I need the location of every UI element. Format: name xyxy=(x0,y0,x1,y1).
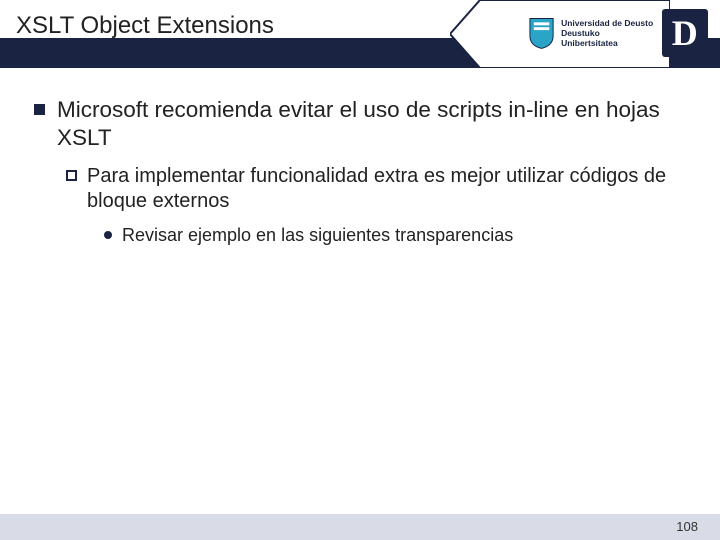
l3-text: Revisar ejemplo en las siguientes transp… xyxy=(122,224,513,247)
logo-line2: Deustuko Unibertsitatea xyxy=(561,28,656,48)
dot-bullet-icon xyxy=(104,231,112,239)
slide-header: XSLT Object Extensions Universidad de De… xyxy=(0,0,720,68)
university-logo: Universidad de Deusto Deustuko Unibertsi… xyxy=(528,4,708,62)
square-bullet-icon xyxy=(34,104,45,115)
l2-text: Para implementar funcionalidad extra es … xyxy=(87,164,686,214)
slide-footer: 108 xyxy=(0,514,720,540)
page-number: 108 xyxy=(676,519,698,534)
bullet-level3: Revisar ejemplo en las siguientes transp… xyxy=(104,224,686,247)
bullet-level2: Para implementar funcionalidad extra es … xyxy=(66,164,686,214)
logo-text: Universidad de Deusto Deustuko Unibertsi… xyxy=(561,18,656,49)
logo-line1: Universidad de Deusto xyxy=(561,18,656,28)
hollow-square-bullet-icon xyxy=(66,170,77,181)
l1-text: Microsoft recomienda evitar el uso de sc… xyxy=(57,96,686,152)
bullet-level1: Microsoft recomienda evitar el uso de sc… xyxy=(34,96,686,152)
logo-letter-badge: D xyxy=(662,9,708,57)
shield-icon xyxy=(528,16,555,50)
slide-content: Microsoft recomienda evitar el uso de sc… xyxy=(0,68,720,247)
slide-title: XSLT Object Extensions xyxy=(16,12,274,40)
